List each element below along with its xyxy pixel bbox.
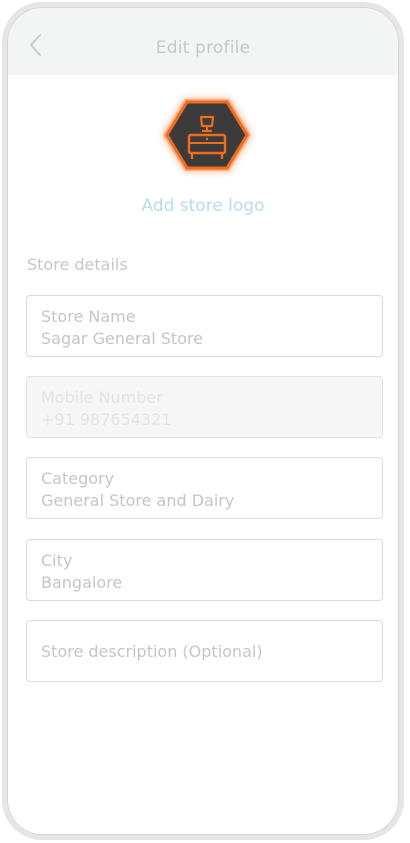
field-value: General Store and Dairy bbox=[41, 491, 235, 510]
field-value: Bangalore bbox=[41, 573, 123, 592]
store-description-field[interactable]: Store description (Optional) bbox=[26, 620, 383, 682]
store-logo[interactable] bbox=[157, 93, 257, 177]
store-name-field[interactable]: Store Name Sagar General Store bbox=[26, 295, 383, 357]
city-field[interactable]: City Bangalore bbox=[26, 539, 383, 601]
nightstand-lamp-icon bbox=[163, 99, 251, 171]
field-placeholder: Store description (Optional) bbox=[41, 642, 263, 661]
field-value: Sagar General Store bbox=[41, 329, 204, 348]
section-title-store-details: Store details bbox=[27, 255, 128, 274]
category-field[interactable]: Category General Store and Dairy bbox=[26, 457, 383, 519]
phone-frame: Edit profile Add store logo Store detail… bbox=[2, 2, 404, 840]
page-title: Edit profile bbox=[155, 38, 251, 58]
field-label: City bbox=[41, 551, 73, 570]
field-label: Store Name bbox=[41, 307, 136, 326]
add-store-logo-link[interactable]: Add store logo bbox=[7, 196, 399, 216]
mobile-number-field: Mobile Number +91 987654321 bbox=[26, 376, 383, 438]
store-logo-section: Add store logo bbox=[7, 75, 399, 229]
app-header: Edit profile bbox=[7, 7, 399, 75]
field-value: +91 987654321 bbox=[41, 410, 172, 429]
field-label: Mobile Number bbox=[41, 388, 163, 407]
field-label: Category bbox=[41, 469, 115, 488]
